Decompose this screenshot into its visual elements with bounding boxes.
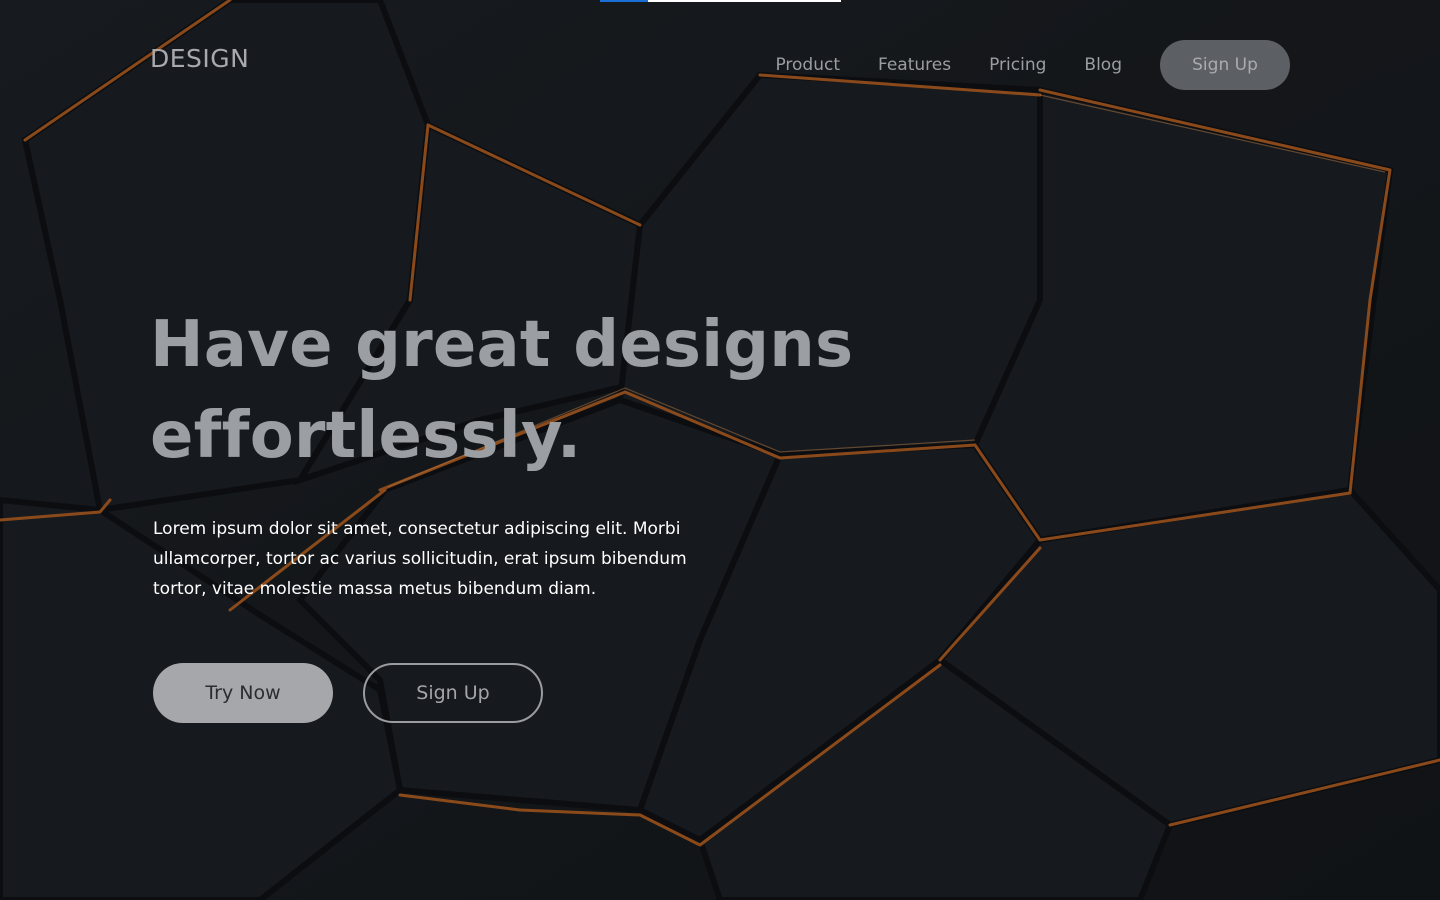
landing-page: DESIGN Product Features Pricing Blog Sig… (0, 0, 1440, 900)
nav-link-product[interactable]: Product (775, 55, 840, 75)
main-navigation: Product Features Pricing Blog Sign Up (775, 40, 1290, 90)
try-now-button[interactable]: Try Now (153, 663, 333, 723)
nav-link-blog[interactable]: Blog (1084, 55, 1122, 75)
nav-link-pricing[interactable]: Pricing (989, 55, 1046, 75)
hero-signup-button[interactable]: Sign Up (363, 663, 543, 723)
loading-progress-fill (600, 0, 649, 2)
hero-heading: Have great designs effortlessly. (150, 308, 854, 473)
loading-progress-bar (600, 0, 841, 2)
nav-link-features[interactable]: Features (878, 55, 951, 75)
nav-signup-button[interactable]: Sign Up (1160, 40, 1290, 90)
site-logo[interactable]: DESIGN (150, 44, 249, 73)
hero-description: Lorem ipsum dolor sit amet, consectetur … (153, 519, 687, 599)
